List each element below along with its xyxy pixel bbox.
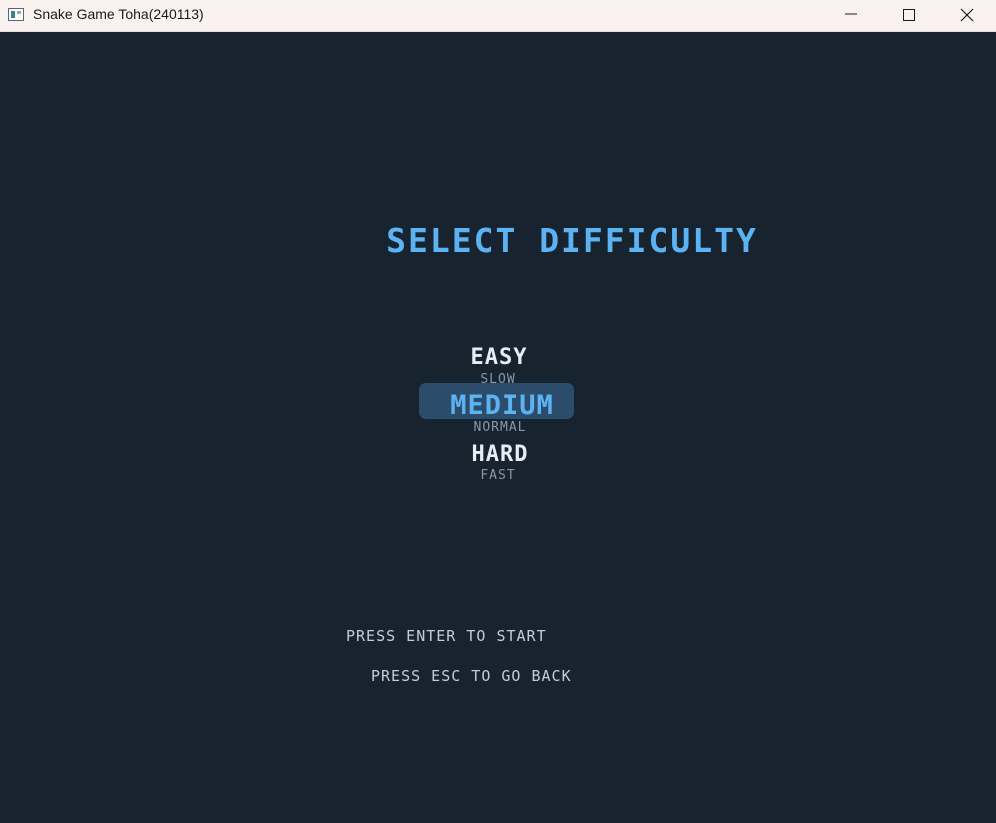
option-hard[interactable]: HARD — [472, 442, 529, 467]
maximize-button[interactable] — [880, 0, 938, 31]
window-titlebar: Snake Game Toha(240113) — [0, 0, 996, 32]
difficulty-heading: SELECT DIFFICULTY — [386, 221, 758, 260]
minimize-icon — [845, 13, 857, 15]
minimize-button[interactable] — [822, 0, 880, 31]
option-medium[interactable]: MEDIUM — [450, 390, 554, 421]
option-hard-speed: FAST — [480, 468, 516, 483]
option-easy-speed: SLOW — [480, 372, 516, 387]
maximize-icon — [903, 9, 915, 21]
app-icon — [8, 8, 24, 21]
back-hint: PRESS ESC TO GO BACK — [371, 667, 572, 685]
window-title: Snake Game Toha(240113) — [33, 6, 204, 22]
close-icon — [960, 8, 974, 22]
close-button[interactable] — [938, 0, 996, 31]
game-canvas[interactable]: SELECT DIFFICULTY EASY SLOW MEDIUM NORMA… — [0, 33, 996, 823]
start-hint: PRESS ENTER TO START — [346, 627, 547, 645]
option-easy[interactable]: EASY — [471, 345, 528, 370]
option-medium-speed: NORMAL — [473, 420, 527, 435]
